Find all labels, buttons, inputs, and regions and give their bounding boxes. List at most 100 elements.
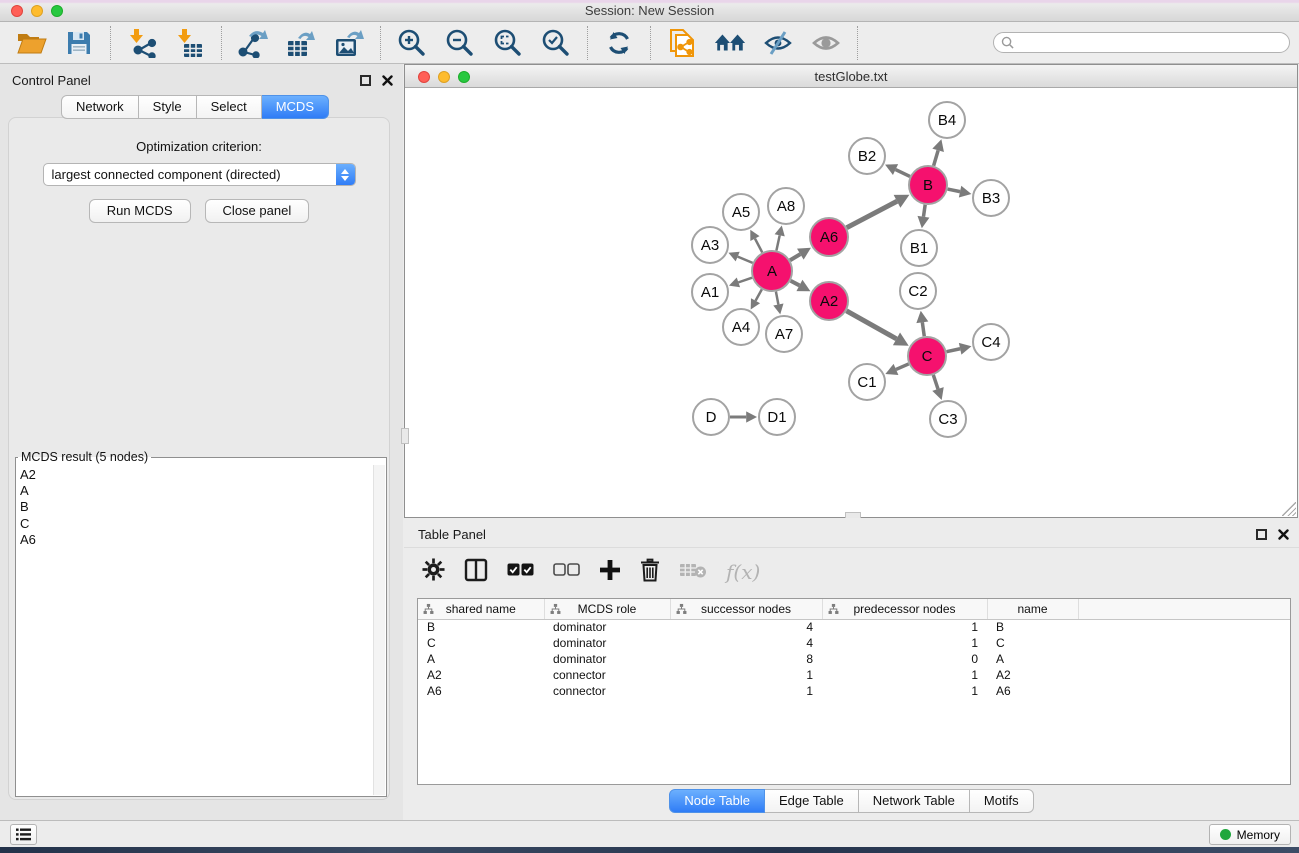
zoom-fit-button[interactable]: [491, 27, 525, 59]
table-cell[interactable]: A: [987, 651, 1078, 667]
result-item[interactable]: C: [20, 516, 373, 532]
tab-network[interactable]: Network: [61, 95, 139, 119]
close-panel-icon[interactable]: [382, 75, 393, 86]
table-cell[interactable]: 1: [670, 667, 822, 683]
result-scrollbar[interactable]: [373, 465, 385, 795]
table-cell[interactable]: A2: [418, 667, 544, 683]
graph-edge-arrowhead: [729, 277, 740, 287]
table-cell[interactable]: connector: [544, 683, 670, 699]
home-button[interactable]: [713, 27, 747, 59]
tab-select[interactable]: Select: [197, 95, 262, 119]
show-graphics-details-button[interactable]: [809, 27, 843, 59]
table-cell[interactable]: 1: [822, 619, 987, 635]
column-header-MCDS-role[interactable]: MCDS role: [544, 599, 670, 619]
result-item[interactable]: A: [20, 483, 373, 499]
import-table-button[interactable]: [173, 27, 207, 59]
graph-edge: [755, 239, 762, 253]
column-header-successor-nodes[interactable]: successor nodes: [670, 599, 822, 619]
result-item[interactable]: A2: [20, 467, 373, 483]
table-cell[interactable]: A6: [987, 683, 1078, 699]
table-row[interactable]: Bdominator41B: [418, 619, 1290, 635]
delete-row-button[interactable]: [640, 558, 660, 587]
control-panel-tabs: NetworkStyleSelectMCDS: [0, 95, 390, 119]
graph-edge: [756, 289, 762, 300]
table-cell[interactable]: connector: [544, 667, 670, 683]
zoom-selected-button[interactable]: [539, 27, 573, 59]
column-header-name[interactable]: name: [987, 599, 1078, 619]
deselect-all-button[interactable]: [553, 563, 580, 582]
graph-edge-arrowhead: [916, 311, 928, 323]
table-cell[interactable]: A2: [987, 667, 1078, 683]
table-cell-filler: [1078, 619, 1290, 635]
table-settings-button[interactable]: [422, 558, 445, 586]
function-builder-button: f(x): [726, 560, 760, 584]
tab-network-table[interactable]: Network Table: [859, 789, 970, 813]
open-session-file-button[interactable]: [665, 27, 699, 59]
graph-node-label: A1: [701, 284, 719, 301]
table-row[interactable]: Adominator80A: [418, 651, 1290, 667]
tab-style[interactable]: Style: [139, 95, 197, 119]
table-row[interactable]: A2connector11A2: [418, 667, 1290, 683]
zoom-out-button[interactable]: [443, 27, 477, 59]
table-cell[interactable]: 1: [822, 635, 987, 651]
control-panel-title: Control Panel: [12, 73, 91, 88]
result-item[interactable]: A6: [20, 532, 373, 548]
result-item[interactable]: B: [20, 499, 373, 515]
tab-mcds[interactable]: MCDS: [262, 95, 329, 119]
table-cell[interactable]: 8: [670, 651, 822, 667]
search-input[interactable]: [1018, 35, 1289, 51]
task-history-button[interactable]: [10, 824, 37, 845]
zoom-out-icon: [445, 28, 475, 58]
table-cell[interactable]: B: [418, 619, 544, 635]
network-graph[interactable]: AA1A2A3A4A5A6A7A8BB1B2B3B4CC1C2C3C4DD1: [405, 88, 1297, 517]
table-cell[interactable]: 1: [822, 683, 987, 699]
export-table-button[interactable]: [284, 27, 318, 59]
save-session-button[interactable]: [62, 27, 96, 59]
table-cell[interactable]: 0: [822, 651, 987, 667]
resize-grip[interactable]: [1282, 502, 1296, 516]
show-columns-button[interactable]: [464, 558, 488, 587]
view-group: [651, 26, 858, 60]
add-row-button[interactable]: [599, 559, 621, 586]
float-table-panel-icon[interactable]: [1256, 529, 1267, 540]
table-cell[interactable]: C: [418, 635, 544, 651]
export-network-button[interactable]: [236, 27, 270, 59]
table-cell[interactable]: 4: [670, 619, 822, 635]
open-file-button[interactable]: [14, 27, 48, 59]
run-mcds-button[interactable]: Run MCDS: [89, 199, 191, 223]
graph-node-label: B3: [982, 190, 1000, 207]
memory-button[interactable]: Memory: [1209, 824, 1291, 845]
network-canvas[interactable]: AA1A2A3A4A5A6A7A8BB1B2B3B4CC1C2C3C4DD1: [405, 88, 1297, 517]
table-row[interactable]: A6connector11A6: [418, 683, 1290, 699]
export-image-button[interactable]: [332, 27, 366, 59]
table-cell[interactable]: A: [418, 651, 544, 667]
table-cell[interactable]: dominator: [544, 619, 670, 635]
tab-edge-table[interactable]: Edge Table: [765, 789, 859, 813]
table-cell[interactable]: 1: [670, 683, 822, 699]
splitpane-handle-left[interactable]: [401, 428, 409, 444]
close-table-panel-icon[interactable]: [1278, 529, 1289, 540]
select-all-button[interactable]: [507, 563, 534, 582]
float-panel-icon[interactable]: [360, 75, 371, 86]
table-row[interactable]: Cdominator41C: [418, 635, 1290, 651]
search-field[interactable]: [993, 32, 1290, 53]
table-cell[interactable]: dominator: [544, 651, 670, 667]
table-cell[interactable]: 4: [670, 635, 822, 651]
table-cell[interactable]: B: [987, 619, 1078, 635]
column-header-predecessor-nodes[interactable]: predecessor nodes: [822, 599, 987, 619]
close-panel-button[interactable]: Close panel: [205, 199, 310, 223]
import-network-button[interactable]: [125, 27, 159, 59]
table-cell[interactable]: A6: [418, 683, 544, 699]
hide-graphics-details-button[interactable]: [761, 27, 795, 59]
table-cell[interactable]: dominator: [544, 635, 670, 651]
optimization-criterion-select[interactable]: largest connected component (directed): [43, 163, 356, 186]
tab-node-table[interactable]: Node Table: [669, 789, 765, 813]
node-table: shared nameMCDS rolesuccessor nodesprede…: [418, 599, 1290, 699]
zoom-in-button[interactable]: [395, 27, 429, 59]
table-cell[interactable]: 1: [822, 667, 987, 683]
column-header-shared-name[interactable]: shared name: [418, 599, 544, 619]
open-folder-icon: [16, 30, 47, 56]
table-cell[interactable]: C: [987, 635, 1078, 651]
refresh-button[interactable]: [602, 27, 636, 59]
tab-motifs[interactable]: Motifs: [970, 789, 1034, 813]
